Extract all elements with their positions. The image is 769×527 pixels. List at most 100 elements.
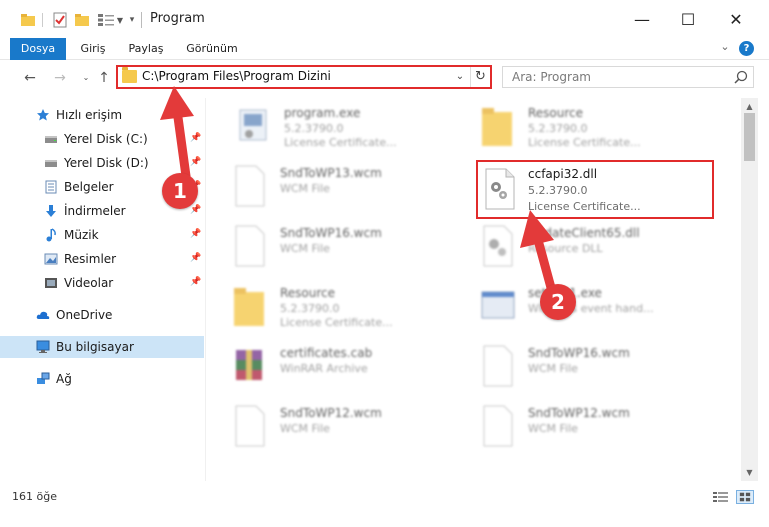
music-icon — [46, 228, 56, 242]
sidebar-item-label: Yerel Disk (D:) — [64, 156, 149, 170]
help-button[interactable]: ? — [739, 41, 754, 56]
maximize-button[interactable]: ☐ — [665, 0, 711, 38]
pin-icon[interactable]: 📌 — [190, 205, 201, 215]
vertical-scrollbar[interactable]: ▲ ▼ — [741, 98, 758, 481]
file-item[interactable]: SndToWP12.wcm WCM File — [480, 402, 720, 462]
navigation-pane: Hızlı erişim Yerel Disk (C:) 📌 Yerel Dis… — [0, 98, 206, 481]
dll-gear-icon — [483, 225, 513, 267]
file-name: SndToWP13.wcm — [280, 166, 382, 180]
video-icon — [45, 278, 57, 288]
file-item[interactable]: Resource 5.2.3790.0 License Certificate.… — [232, 282, 472, 342]
view-details-icon[interactable] — [96, 10, 116, 30]
sidebar-item-local-disk-c[interactable]: Yerel Disk (C:) 📌 — [0, 128, 204, 150]
sidebar-item-label: İndirmeler — [64, 204, 126, 218]
properties-icon[interactable] — [52, 10, 68, 30]
sidebar-item-quick-access[interactable]: Hızlı erişim — [0, 104, 204, 126]
forward-button[interactable]: → — [50, 68, 70, 88]
file-item[interactable]: SndToWP13.wcm WCM File — [232, 162, 472, 222]
file-item[interactable]: certificates.cab WinRAR Archive — [232, 342, 472, 402]
file-item[interactable]: SndToWP12.wcm WCM File — [232, 402, 472, 462]
highlighted-file-ccfapi32[interactable]: ccfapi32.dll 5.2.3790.0 License Certific… — [476, 160, 714, 219]
file-description: License Certificate... — [528, 200, 641, 213]
folder-icon — [122, 67, 137, 83]
address-bar[interactable]: C:\Program Files\Program Dizini ⌄ ↻ — [116, 65, 492, 89]
address-dropdown-icon[interactable]: ⌄ — [452, 68, 468, 86]
new-folder-icon[interactable] — [74, 10, 90, 30]
tab-giris[interactable]: Giriş — [72, 38, 114, 60]
exe-icon — [239, 109, 267, 141]
sidebar-item-label: Belgeler — [64, 180, 114, 194]
disk-icon — [45, 160, 57, 167]
sidebar-item-pictures[interactable]: Resimler 📌 — [0, 248, 204, 270]
pin-icon[interactable]: 📌 — [190, 133, 201, 143]
search-icon[interactable] — [734, 70, 748, 84]
file-name: SndToWP16.wcm — [528, 346, 630, 360]
large-icons-view-icon[interactable] — [736, 490, 754, 504]
file-item[interactable]: SndToWP16.wcm WCM File — [232, 222, 472, 282]
file-type: WCM File — [280, 422, 330, 435]
tab-dosya[interactable]: Dosya — [10, 38, 66, 60]
back-button[interactable]: ← — [20, 68, 40, 88]
folder-icon — [234, 288, 264, 326]
document-icon — [235, 225, 265, 267]
file-name: UpdateClient65.dll — [528, 226, 640, 240]
search-input[interactable]: Ara: Program — [502, 66, 754, 88]
customize-toolbar-icon[interactable]: ▾ — [126, 10, 138, 30]
file-type: WCM File — [280, 182, 330, 195]
cloud-icon — [36, 311, 50, 319]
recent-locations-icon[interactable]: ⌄ — [76, 68, 96, 88]
refresh-icon[interactable]: ↻ — [470, 67, 490, 87]
sidebar-item-label: Yerel Disk (C:) — [64, 132, 148, 146]
archive-icon — [236, 350, 262, 380]
pin-icon[interactable]: 📌 — [190, 229, 201, 239]
status-bar: 161 öğe — [0, 483, 769, 527]
details-view-icon[interactable] — [712, 490, 730, 504]
item-count: 161 öğe — [12, 490, 57, 503]
scroll-thumb[interactable] — [744, 113, 755, 161]
tab-gorunum[interactable]: Görünüm — [180, 38, 244, 60]
pin-icon[interactable]: 📌 — [190, 277, 201, 287]
file-list: program.exe 5.2.3790.0 License Certifica… — [206, 98, 740, 481]
pin-icon[interactable]: 📌 — [190, 253, 201, 263]
file-item[interactable]: setup51.exe Windows event hand... — [480, 282, 720, 342]
file-type: WCM File — [528, 362, 578, 375]
folder-icon — [482, 108, 512, 146]
dll-gear-icon — [485, 168, 515, 210]
title-bar: ▼ ▾ Program — ☐ ✕ — [0, 0, 769, 38]
address-path[interactable]: C:\Program Files\Program Dizini — [142, 69, 331, 83]
dropdown-arrow-icon[interactable]: ▼ — [116, 10, 124, 30]
sidebar-item-local-disk-d[interactable]: Yerel Disk (D:) 📌 — [0, 152, 204, 174]
file-name: Resource — [280, 286, 336, 300]
sidebar-item-label: OneDrive — [56, 308, 113, 322]
sidebar-item-videos[interactable]: Videolar 📌 — [0, 272, 204, 294]
minimize-button[interactable]: — — [619, 0, 665, 38]
scroll-down-icon[interactable]: ▼ — [741, 464, 758, 481]
file-name: SndToWP16.wcm — [280, 226, 382, 240]
file-item[interactable]: Resource 5.2.3790.0 License Certificate.… — [480, 102, 720, 162]
up-button[interactable]: ↑ — [94, 68, 114, 88]
file-item[interactable]: program.exe 5.2.3790.0 License Certifica… — [236, 102, 476, 162]
file-item[interactable]: SndToWP16.wcm WCM File — [480, 342, 720, 402]
file-name: ccfapi32.dll — [528, 167, 598, 181]
file-description: License Certificate... — [528, 136, 641, 149]
window-title: Program — [150, 11, 205, 26]
annotation-badge-2: 2 — [540, 284, 576, 320]
file-name: Resource — [528, 106, 584, 120]
sidebar-item-label: Videolar — [64, 276, 114, 290]
document-icon — [235, 405, 265, 447]
document-icon — [483, 405, 513, 447]
sidebar-item-onedrive[interactable]: OneDrive — [0, 304, 204, 326]
quick-access-separator — [42, 13, 43, 27]
sidebar-item-this-pc[interactable]: Bu bilgisayar — [0, 336, 204, 358]
file-item[interactable]: UpdateClient65.dll Resource DLL — [480, 222, 720, 282]
file-name: SndToWP12.wcm — [528, 406, 630, 420]
sidebar-item-network[interactable]: Ağ — [0, 368, 204, 390]
sidebar-item-label: Ağ — [56, 372, 72, 386]
sidebar-item-music[interactable]: Müzik 📌 — [0, 224, 204, 246]
pin-icon[interactable]: 📌 — [190, 157, 201, 167]
close-button[interactable]: ✕ — [713, 0, 759, 38]
file-name: program.exe — [284, 106, 361, 120]
tab-paylas[interactable]: Paylaş — [122, 38, 170, 60]
annotation-badge-1: 1 — [162, 173, 198, 209]
expand-ribbon-icon[interactable]: ⌄ — [717, 40, 733, 58]
